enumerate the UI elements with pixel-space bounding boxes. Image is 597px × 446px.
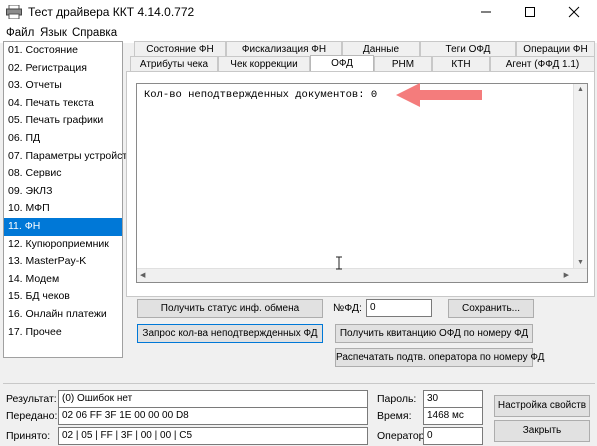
vertical-scrollbar[interactable]: ▲ ▼ xyxy=(573,84,587,282)
get-receipt-button[interactable]: Получить квитанцию ОФД по номеру ФД xyxy=(335,324,533,343)
received-label: Принято: xyxy=(6,430,51,442)
sidebar-item-fn[interactable]: 11. ФН xyxy=(4,217,122,236)
output-textarea[interactable]: Кол-во неподтвержденных документов: 0 ▲ … xyxy=(136,83,588,283)
query-count-button[interactable]: Запрос кол-ва неподтвержденных ФД xyxy=(137,324,323,343)
get-status-button[interactable]: Получить статус инф. обмена xyxy=(137,299,323,318)
close-icon xyxy=(568,6,580,18)
text-cursor-icon xyxy=(335,256,343,270)
save-button[interactable]: Сохранить... xyxy=(448,299,534,318)
properties-button[interactable]: Настройка свойств xyxy=(494,395,590,417)
sidebar-item-modem[interactable]: 14. Модем xyxy=(4,271,122,289)
tab-correction-receipt[interactable]: Чек коррекции xyxy=(218,56,310,71)
password-label: Пароль: xyxy=(377,393,417,405)
tab-ktn[interactable]: КТН xyxy=(432,56,490,71)
sidebar-item-receipts-db[interactable]: 15. БД чеков xyxy=(4,288,122,306)
scroll-left-icon[interactable]: ◀ xyxy=(140,271,145,279)
sidebar-item-pd[interactable]: 06. ПД xyxy=(4,130,122,148)
sent-field: 02 06 FF 3F 1E 00 00 00 D8 xyxy=(58,407,368,425)
menu-help[interactable]: Справка xyxy=(72,27,117,39)
menu-language[interactable]: Язык xyxy=(40,27,67,39)
menu-file[interactable]: Файл xyxy=(6,27,34,39)
sidebar-item-state[interactable]: 01. Состояние xyxy=(4,42,122,60)
maximize-icon xyxy=(525,7,535,17)
tab-content-panel: Кол-во неподтвержденных документов: 0 ▲ … xyxy=(126,71,595,297)
sidebar-item-bill-acceptor[interactable]: 12. Купюроприемник xyxy=(4,236,122,254)
tab-agent[interactable]: Агент (ФФД 1.1) xyxy=(490,56,595,71)
scroll-right-icon[interactable]: ▶ xyxy=(564,271,569,279)
password-field[interactable]: 30 xyxy=(423,390,483,408)
printer-icon xyxy=(6,4,22,20)
result-field: (0) Ошибок нет xyxy=(58,390,368,408)
sidebar-item-service[interactable]: 08. Сервис xyxy=(4,165,122,183)
received-field: 02 | 05 | FF | 3F | 00 | 00 | C5 xyxy=(58,427,368,445)
horizontal-scrollbar[interactable]: ◀ ▶ xyxy=(137,268,587,282)
scroll-down-icon[interactable]: ▼ xyxy=(577,259,584,266)
close-dialog-button[interactable]: Закрыть xyxy=(494,420,590,442)
title-bar: Тест драйвера ККТ 4.14.0.772 xyxy=(0,0,597,24)
tab-fn-fiscalization[interactable]: Фискализация ФН xyxy=(226,41,342,56)
operator-field: 0 xyxy=(423,427,483,445)
window-title: Тест драйвера ККТ 4.14.0.772 xyxy=(28,5,195,19)
tab-fn-operations[interactable]: Операции ФН xyxy=(516,41,595,56)
time-label: Время: xyxy=(377,410,412,422)
sidebar-item-other[interactable]: 17. Прочее xyxy=(4,324,122,342)
tab-data[interactable]: Данные xyxy=(342,41,420,56)
tab-receipt-attributes[interactable]: Атрибуты чека xyxy=(130,56,218,71)
sidebar-item-print-text[interactable]: 04. Печать текста xyxy=(4,95,122,113)
sidebar-item-masterpay[interactable]: 13. MasterPay-K xyxy=(4,253,122,271)
sidebar-item-eklz[interactable]: 09. ЭКЛЗ xyxy=(4,183,122,201)
print-confirmation-button[interactable]: Распечатать подтв. оператора по номеру Ф… xyxy=(335,348,544,367)
minimize-icon xyxy=(481,11,491,13)
sidebar-item-device-params[interactable]: 07. Параметры устройства xyxy=(4,148,139,166)
fd-number-label: №ФД: xyxy=(333,302,362,314)
arrow-left-icon xyxy=(394,82,484,108)
scroll-up-icon[interactable]: ▲ xyxy=(577,86,584,93)
operator-label: Оператор: xyxy=(377,430,428,442)
output-text: Кол-во неподтвержденных документов: 0 xyxy=(144,89,378,101)
sidebar-item-online-payments[interactable]: 16. Онлайн платежи xyxy=(4,306,122,324)
sidebar: 01. Состояние 02. Регистрация 03. Отчеты… xyxy=(3,41,139,358)
sidebar-item-registration[interactable]: 02. Регистрация xyxy=(4,60,122,78)
sidebar-item-reports[interactable]: 03. Отчеты xyxy=(4,77,122,95)
tab-rnm[interactable]: РНМ xyxy=(374,56,432,71)
time-field: 1468 мс xyxy=(423,407,483,425)
tab-fn-state[interactable]: Состояние ФН xyxy=(134,41,226,56)
sidebar-item-print-graphics[interactable]: 05. Печать графики xyxy=(4,112,122,130)
tab-ofd-tags[interactable]: Теги ОФД xyxy=(420,41,516,56)
maximize-button[interactable] xyxy=(508,0,552,24)
result-label: Результат: xyxy=(6,393,57,405)
close-button[interactable] xyxy=(552,0,596,24)
tab-ofd[interactable]: ОФД xyxy=(310,55,374,72)
minimize-button[interactable] xyxy=(464,0,508,24)
sidebar-item-mfp[interactable]: 10. МФП xyxy=(4,200,122,218)
sent-label: Передано: xyxy=(6,410,58,422)
fd-number-field[interactable]: 0 xyxy=(366,299,432,317)
